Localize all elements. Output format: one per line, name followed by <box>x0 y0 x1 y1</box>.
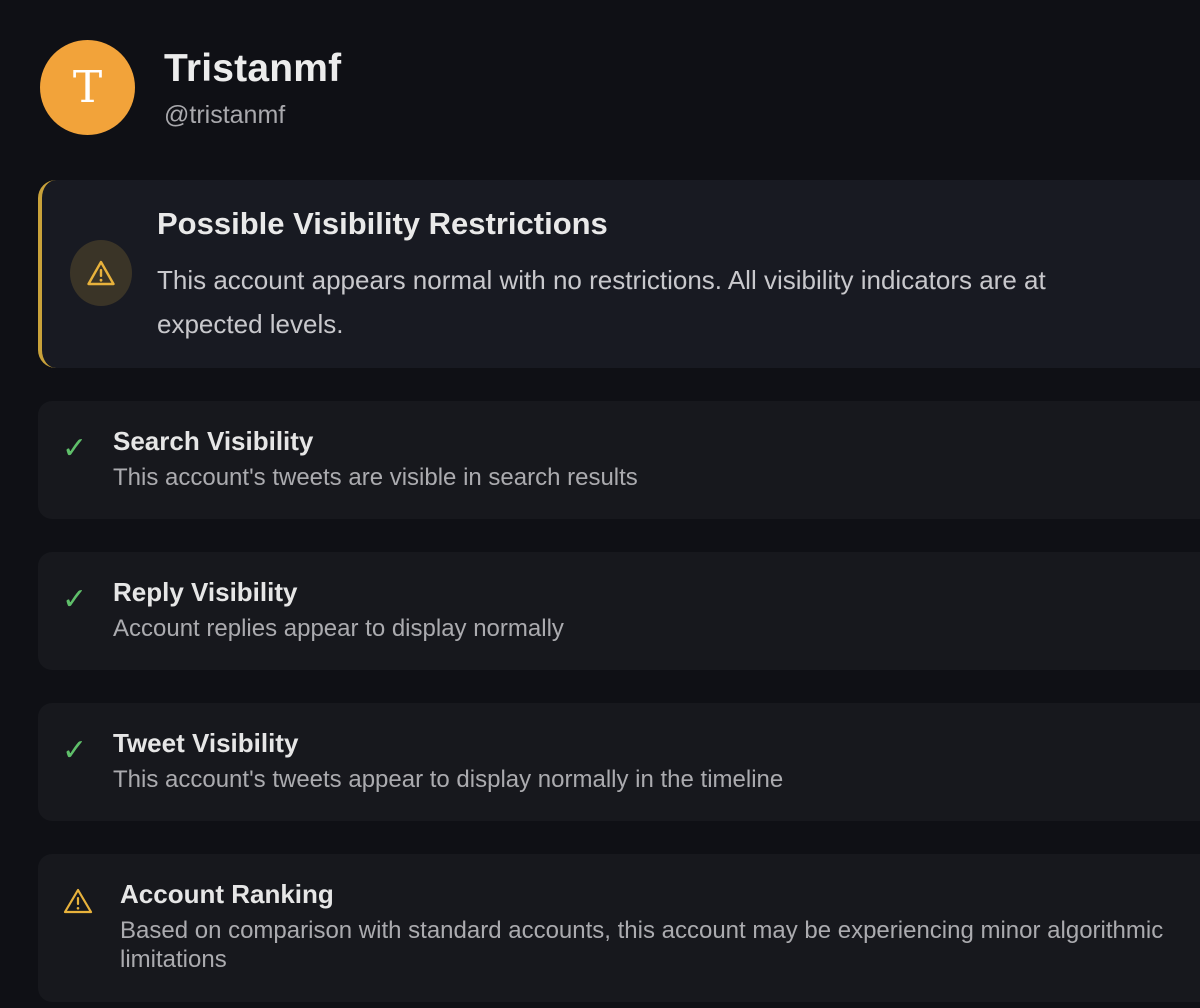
avatar: T <box>40 40 135 135</box>
warning-icon <box>63 888 93 919</box>
status-description: This account's tweets appear to display … <box>113 766 784 793</box>
avatar-initial: T <box>72 61 103 113</box>
status-title: Search Visibility <box>113 426 314 456</box>
check-icon: ✓ <box>62 431 88 466</box>
search-visibility-card: ✓ Search Visibility This account's tweet… <box>38 401 1200 519</box>
status-title: Reply Visibility <box>113 577 298 607</box>
status-description: Account replies appear to display normal… <box>113 615 564 642</box>
alert-description: This account appears normal with no rest… <box>157 265 1046 339</box>
reply-visibility-card: ✓ Reply Visibility Account replies appea… <box>38 552 1200 670</box>
check-icon: ✓ <box>62 733 88 768</box>
display-name: Tristanmf <box>164 47 342 90</box>
user-handle: @tristanmf <box>164 101 286 129</box>
status-description: This account's tweets are visible in sea… <box>113 464 638 491</box>
profile-header: T Tristanmf @tristanmf <box>40 40 341 135</box>
tweet-visibility-card: ✓ Tweet Visibility This account's tweets… <box>38 703 1200 821</box>
check-icon: ✓ <box>62 582 88 617</box>
account-ranking-card: Account Ranking Based on comparison with… <box>38 854 1200 1002</box>
profile-text: Tristanmf @tristanmf <box>164 46 341 130</box>
status-description: Based on comparison with standard accoun… <box>120 917 1164 973</box>
warning-icon <box>70 240 132 306</box>
page: T Tristanmf @tristanmf Possible Visibili… <box>0 0 1200 1008</box>
alert-title: Possible Visibility Restrictions <box>157 206 608 241</box>
status-title: Tweet Visibility <box>113 728 299 758</box>
status-title: Account Ranking <box>120 879 334 909</box>
visibility-alert-card: Possible Visibility Restrictions This ac… <box>38 180 1200 368</box>
